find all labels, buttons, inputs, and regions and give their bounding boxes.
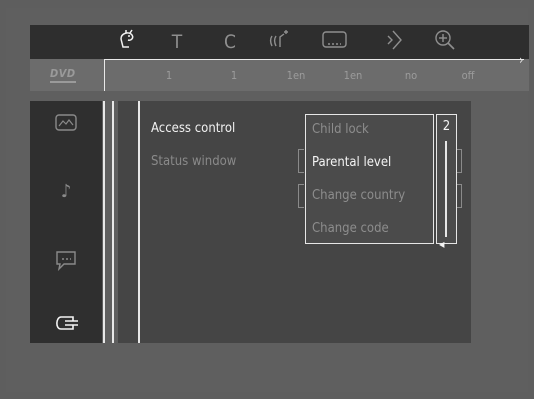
picture-icon-svg (55, 114, 77, 131)
angle-value: no (404, 69, 418, 82)
audio-icon[interactable] (267, 29, 297, 55)
top-icons-row: T C (102, 25, 534, 59)
dvd-logo-underline (50, 81, 76, 83)
chapter-value: 1 (230, 69, 238, 82)
zoom-icon[interactable] (430, 29, 460, 55)
chapter-icon[interactable]: C (215, 29, 245, 55)
menu-item-status-window[interactable]: Status window (151, 153, 236, 171)
language-icon[interactable] (30, 249, 102, 278)
main-separator (138, 101, 140, 343)
access-control-submenu: Child lock Parental level Change country… (305, 114, 434, 244)
separator-right (112, 101, 114, 343)
dvd-logo-text: DVD (50, 67, 76, 80)
subtitle-icon[interactable] (320, 29, 350, 55)
top-pointer-line (104, 59, 524, 60)
language-icon-svg (56, 251, 76, 272)
subtitle-icon-svg (322, 31, 347, 48)
top-menu-bar: T C (30, 25, 529, 59)
submenu-item-child-lock[interactable]: Child lock (312, 121, 369, 139)
subtitle-value: 1en (343, 69, 363, 82)
menu-item-access-control[interactable]: Access control (151, 120, 235, 138)
features-icon[interactable] (30, 314, 102, 339)
angle-icon-svg (387, 30, 402, 50)
audio-value: 1en (286, 69, 306, 82)
picture-icon[interactable] (30, 113, 102, 140)
sound-icon[interactable]: ♪ (30, 180, 102, 204)
submenu-item-parental-level[interactable]: Parental level (312, 154, 391, 172)
disc-menu-icon[interactable] (112, 29, 142, 55)
zoom-value: off (461, 69, 475, 82)
side-menu-panel: ♪ (30, 101, 102, 343)
top-pointer-stem (104, 59, 105, 91)
title-value: 1 (165, 69, 173, 82)
separator-left (103, 101, 105, 343)
parental-level-slider[interactable]: 2 ◂ (436, 114, 457, 251)
bracket-left-1 (298, 149, 304, 173)
bracket-left-2 (298, 184, 304, 208)
disc-menu-icon-svg (120, 29, 134, 48)
audio-icon-svg (269, 30, 288, 47)
zoom-icon-svg (435, 30, 455, 50)
parental-level-value: 2 (442, 119, 451, 134)
submenu-item-change-code[interactable]: Change code (312, 220, 389, 238)
arrow-right-icon: › (519, 53, 524, 67)
features-icon-svg (56, 316, 78, 330)
level-track: ◂ (439, 141, 447, 251)
title-icon[interactable]: T (162, 29, 192, 55)
submenu-item-change-country[interactable]: Change country (312, 187, 405, 205)
dvd-logo: DVD (50, 67, 76, 83)
angle-icon[interactable] (378, 29, 408, 55)
level-marker-icon[interactable]: ◂ (439, 237, 444, 251)
